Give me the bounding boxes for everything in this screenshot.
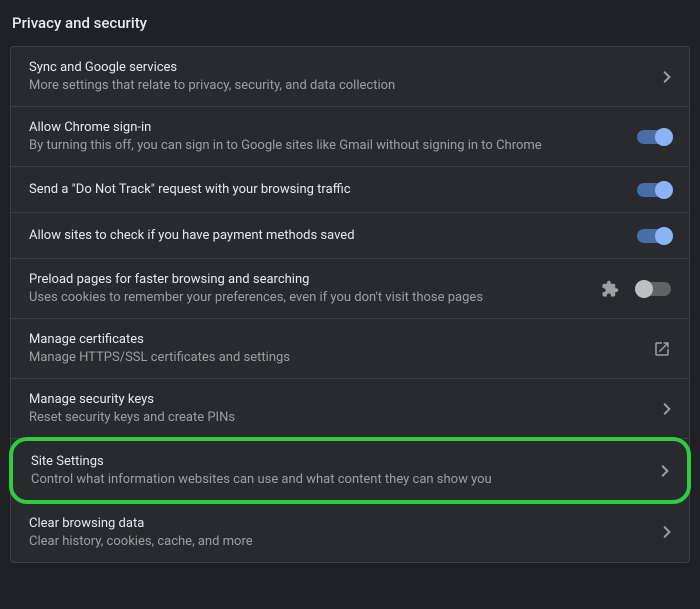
- row-trailing: [661, 465, 669, 477]
- row-title: Allow sites to check if you have payment…: [29, 228, 637, 243]
- row-trailing: [653, 340, 671, 358]
- row-title: Manage certificates: [29, 332, 653, 347]
- row-text: Allow Chrome sign-in By turning this off…: [29, 120, 637, 153]
- row-allow-signin[interactable]: Allow Chrome sign-in By turning this off…: [11, 107, 689, 167]
- row-subtitle: By turning this off, you can sign in to …: [29, 138, 637, 153]
- row-trailing: [601, 280, 671, 298]
- row-subtitle: Manage HTTPS/SSL certificates and settin…: [29, 350, 653, 365]
- row-subtitle: Uses cookies to remember your preference…: [29, 290, 601, 305]
- chevron-right-icon: [663, 403, 671, 415]
- row-subtitle: Reset security keys and create PINs: [29, 410, 663, 425]
- row-text: Sync and Google services More settings t…: [29, 60, 663, 93]
- row-text: Manage security keys Reset security keys…: [29, 392, 663, 425]
- row-text: Manage certificates Manage HTTPS/SSL cer…: [29, 332, 653, 365]
- row-manage-certificates[interactable]: Manage certificates Manage HTTPS/SSL cer…: [11, 319, 689, 379]
- row-title: Site Settings: [31, 454, 661, 469]
- row-payment-check[interactable]: Allow sites to check if you have payment…: [11, 213, 689, 259]
- row-sync-services[interactable]: Sync and Google services More settings t…: [11, 47, 689, 107]
- row-text: Allow sites to check if you have payment…: [29, 228, 637, 243]
- chevron-right-icon: [661, 465, 669, 477]
- row-preload-pages[interactable]: Preload pages for faster browsing and se…: [11, 259, 689, 319]
- row-text: Preload pages for faster browsing and se…: [29, 272, 601, 305]
- row-do-not-track[interactable]: Send a "Do Not Track" request with your …: [11, 167, 689, 213]
- settings-panel: Sync and Google services More settings t…: [10, 46, 690, 563]
- chevron-right-icon: [663, 71, 671, 83]
- row-trailing: [663, 71, 671, 83]
- row-subtitle: Clear history, cookies, cache, and more: [29, 534, 663, 549]
- toggle-do-not-track[interactable]: [637, 183, 671, 197]
- row-trailing: [663, 403, 671, 415]
- row-title: Manage security keys: [29, 392, 663, 407]
- row-subtitle: Control what information websites can us…: [31, 472, 661, 487]
- row-subtitle: More settings that relate to privacy, se…: [29, 78, 663, 93]
- row-title: Send a "Do Not Track" request with your …: [29, 182, 637, 197]
- row-title: Allow Chrome sign-in: [29, 120, 637, 135]
- row-title: Clear browsing data: [29, 516, 663, 531]
- row-text: Site Settings Control what information w…: [31, 454, 661, 487]
- row-text: Clear browsing data Clear history, cooki…: [29, 516, 663, 549]
- external-link-icon: [653, 340, 671, 358]
- extension-icon: [601, 280, 619, 298]
- row-manage-security-keys[interactable]: Manage security keys Reset security keys…: [11, 379, 689, 439]
- row-trailing: [663, 526, 671, 538]
- page-title: Privacy and security: [0, 0, 700, 46]
- toggle-payment-check[interactable]: [637, 229, 671, 243]
- row-trailing: [637, 229, 671, 243]
- row-text: Send a "Do Not Track" request with your …: [29, 182, 637, 197]
- row-trailing: [637, 183, 671, 197]
- row-trailing: [637, 130, 671, 144]
- toggle-preload-pages[interactable]: [637, 282, 671, 296]
- chevron-right-icon: [663, 526, 671, 538]
- toggle-allow-signin[interactable]: [637, 130, 671, 144]
- row-title: Preload pages for faster browsing and se…: [29, 272, 601, 287]
- row-site-settings[interactable]: Site Settings Control what information w…: [9, 437, 691, 504]
- row-clear-browsing-data[interactable]: Clear browsing data Clear history, cooki…: [11, 502, 689, 562]
- row-title: Sync and Google services: [29, 60, 663, 75]
